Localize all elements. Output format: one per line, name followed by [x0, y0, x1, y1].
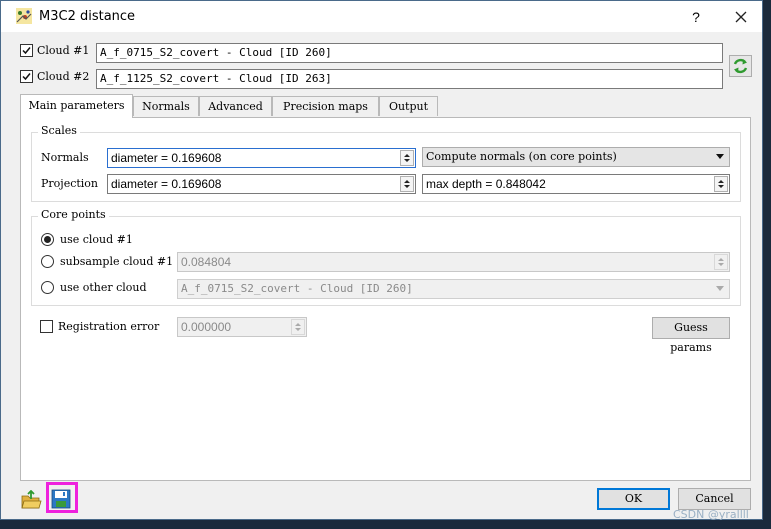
- swap-icon: [733, 58, 748, 74]
- cloud2-field[interactable]: A_f_1125_S2_covert - Cloud [ID 263]: [96, 69, 723, 89]
- normals-mode-value: Compute normals (on core points): [426, 150, 617, 163]
- tab-normals[interactable]: Normals: [133, 96, 199, 116]
- ok-button[interactable]: OK: [597, 488, 670, 510]
- max-depth-spinbox[interactable]: max depth = 0.848042: [422, 174, 730, 194]
- use-cloud1-label: use cloud #1: [60, 233, 133, 246]
- spin-arrows-icon: [404, 180, 410, 188]
- spin-arrows-icon: [295, 323, 301, 331]
- tab-precision-maps[interactable]: Precision maps: [272, 96, 379, 116]
- checkmark-icon: [22, 73, 31, 81]
- spin-arrows[interactable]: [291, 319, 305, 335]
- cloud2-label: Cloud #2: [37, 70, 90, 83]
- checkmark-icon: [22, 47, 31, 55]
- normals-diameter-value: diameter = 0.169608: [111, 151, 222, 165]
- m3c2-dialog: M3C2 distance ? Cloud #1 A_f_0715_S2_cov…: [0, 0, 763, 520]
- chevron-down-icon: [716, 154, 724, 159]
- guess-params-button[interactable]: Guess params: [652, 317, 730, 354]
- close-icon[interactable]: [729, 5, 753, 29]
- spin-arrows[interactable]: [714, 254, 728, 270]
- cloud1-label: Cloud #1: [37, 44, 90, 57]
- use-cloud1-radio[interactable]: [41, 233, 54, 246]
- spin-arrows[interactable]: [400, 150, 414, 166]
- subsample-radio[interactable]: [41, 255, 54, 268]
- normals-mode-select[interactable]: Compute normals (on core points): [422, 147, 730, 167]
- use-other-cloud-radio[interactable]: [41, 281, 54, 294]
- swap-clouds-button[interactable]: [729, 55, 752, 77]
- help-button[interactable]: ?: [685, 6, 707, 28]
- cloudcompare-plugin-icon: [16, 8, 32, 24]
- title-bar: M3C2 distance ?: [1, 1, 762, 32]
- subsample-spinbox[interactable]: 0.084804: [177, 252, 730, 272]
- spin-arrows-icon: [718, 258, 724, 266]
- other-cloud-select[interactable]: A_f_0715_S2_covert - Cloud [ID 260]: [177, 279, 730, 299]
- cancel-button[interactable]: Cancel: [678, 488, 751, 510]
- subsample-label: subsample cloud #1: [60, 255, 174, 268]
- registration-error-spinbox[interactable]: 0.000000: [177, 317, 307, 337]
- spin-arrows-icon: [404, 154, 410, 162]
- load-parameters-icon[interactable]: [20, 490, 42, 510]
- watermark: CSDN @yrallll: [673, 508, 749, 521]
- registration-error-checkbox[interactable]: [40, 320, 53, 333]
- other-cloud-value: A_f_0715_S2_covert - Cloud [ID 260]: [181, 282, 413, 295]
- chevron-down-icon: [716, 286, 724, 291]
- main-parameters-panel: Scales Normals diameter = 0.169608 Compu…: [20, 117, 751, 481]
- projection-diameter-value: diameter = 0.169608: [111, 177, 222, 191]
- cloud2-checkbox[interactable]: [20, 70, 33, 83]
- spin-arrows-icon: [718, 180, 724, 188]
- use-other-cloud-label: use other cloud: [60, 281, 147, 294]
- projection-diameter-spinbox[interactable]: diameter = 0.169608: [107, 174, 416, 194]
- save-parameters-icon[interactable]: [51, 489, 71, 509]
- registration-error-value: 0.000000: [181, 320, 232, 334]
- tab-main-parameters[interactable]: Main parameters: [20, 94, 133, 118]
- normals-diameter-spinbox[interactable]: diameter = 0.169608: [107, 148, 416, 168]
- window-title: M3C2 distance: [39, 9, 136, 24]
- tab-advanced[interactable]: Advanced: [199, 96, 272, 116]
- cloud1-checkbox[interactable]: [20, 44, 33, 57]
- core-points-title: Core points: [38, 208, 109, 221]
- spin-arrows[interactable]: [400, 176, 414, 192]
- registration-error-label: Registration error: [58, 320, 160, 333]
- cloud1-field[interactable]: A_f_0715_S2_covert - Cloud [ID 260]: [96, 43, 723, 63]
- subsample-value: 0.084804: [181, 255, 232, 269]
- projection-label: Projection: [41, 177, 99, 190]
- tab-output[interactable]: Output: [379, 96, 438, 116]
- spin-arrows[interactable]: [714, 176, 728, 192]
- max-depth-value: max depth = 0.848042: [426, 177, 546, 191]
- normals-label: Normals: [41, 151, 89, 164]
- scales-title: Scales: [38, 124, 80, 137]
